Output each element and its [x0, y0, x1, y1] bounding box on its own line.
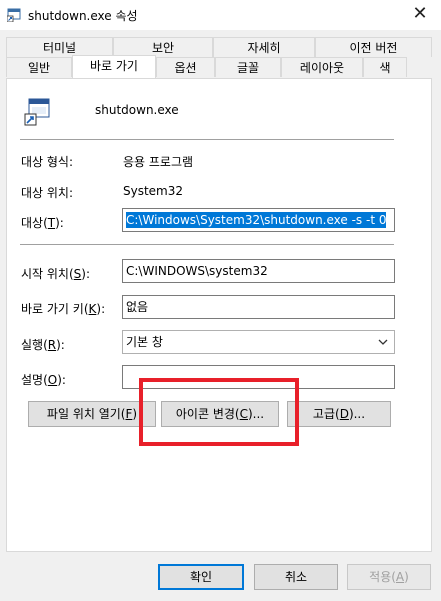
tab-previous-versions[interactable]: 이전 버전	[315, 37, 432, 57]
shortcut-key-value: 없음	[126, 300, 149, 314]
start-in-input[interactable]: C:\WINDOWS\system32	[122, 259, 395, 283]
highlight-box	[139, 378, 299, 446]
open-file-location-button[interactable]: 파일 위치 열기(F)	[28, 401, 156, 427]
tab-label: 이전 버전	[349, 41, 398, 55]
advanced-button[interactable]: 고급(D)...	[287, 401, 391, 427]
tab-font[interactable]: 글꼴	[215, 57, 281, 77]
target-location-value: System32	[123, 184, 184, 198]
tab-security[interactable]: 보안	[113, 37, 213, 57]
cancel-label: 취소	[284, 570, 308, 584]
shortcut-key-input[interactable]: 없음	[122, 295, 395, 319]
ok-label: 확인	[189, 570, 213, 584]
tab-label: 일반	[27, 61, 51, 75]
shortcut-app-icon	[7, 8, 21, 22]
tab-label: 자세히	[247, 41, 281, 55]
tab-label: 터미널	[42, 41, 77, 55]
divider	[20, 139, 394, 140]
shortcut-file-icon	[24, 98, 50, 126]
tab-label: 색	[379, 61, 391, 75]
shortcut-name: shutdown.exe	[95, 103, 179, 117]
close-button[interactable]: ✕	[405, 2, 435, 26]
tab-label: 바로 가기	[90, 59, 138, 73]
tab-shortcut[interactable]: 바로 가기	[72, 55, 156, 78]
tab-options[interactable]: 옵션	[156, 57, 215, 77]
run-label: 실행(R):	[21, 338, 65, 352]
start-in-label: 시작 위치(S):	[21, 267, 91, 281]
tab-colors[interactable]: 색	[363, 57, 407, 77]
target-location-label: 대상 위치:	[21, 186, 74, 200]
title-bar: shutdown.exe 속성 ✕	[0, 0, 441, 30]
tab-label: 옵션	[174, 61, 197, 75]
tab-general[interactable]: 일반	[6, 57, 72, 77]
target-input[interactable]: C:\Windows\System32\shutdown.exe -s -t 0	[122, 208, 395, 232]
shortcut-key-label: 바로 가기 키(K):	[21, 302, 106, 316]
tab-label: 보안	[151, 41, 175, 55]
window-title: shutdown.exe 속성	[28, 9, 138, 23]
divider	[20, 244, 394, 245]
cancel-button[interactable]: 취소	[254, 564, 338, 590]
close-icon: ✕	[412, 3, 428, 24]
tab-terminal[interactable]: 터미널	[6, 37, 113, 57]
target-label: 대상(T):	[21, 216, 64, 230]
comment-label: 설명(O):	[21, 373, 66, 387]
tab-label: 레이아웃	[299, 61, 345, 75]
ok-button[interactable]: 확인	[158, 564, 244, 590]
run-value: 기본 창	[126, 335, 163, 349]
tab-label: 글꼴	[236, 61, 260, 75]
run-select[interactable]: 기본 창	[122, 330, 395, 354]
chevron-down-icon	[378, 339, 388, 345]
target-value: C:\Windows\System32\shutdown.exe -s -t 0	[126, 212, 387, 228]
start-in-value: C:\WINDOWS\system32	[126, 264, 268, 278]
tab-details[interactable]: 자세히	[213, 37, 315, 57]
apply-button[interactable]: 적용(A)	[347, 564, 431, 590]
target-type-label: 대상 형식:	[21, 155, 74, 169]
tab-layout[interactable]: 레이아웃	[281, 57, 363, 77]
target-type-value: 응용 프로그램	[123, 155, 194, 169]
